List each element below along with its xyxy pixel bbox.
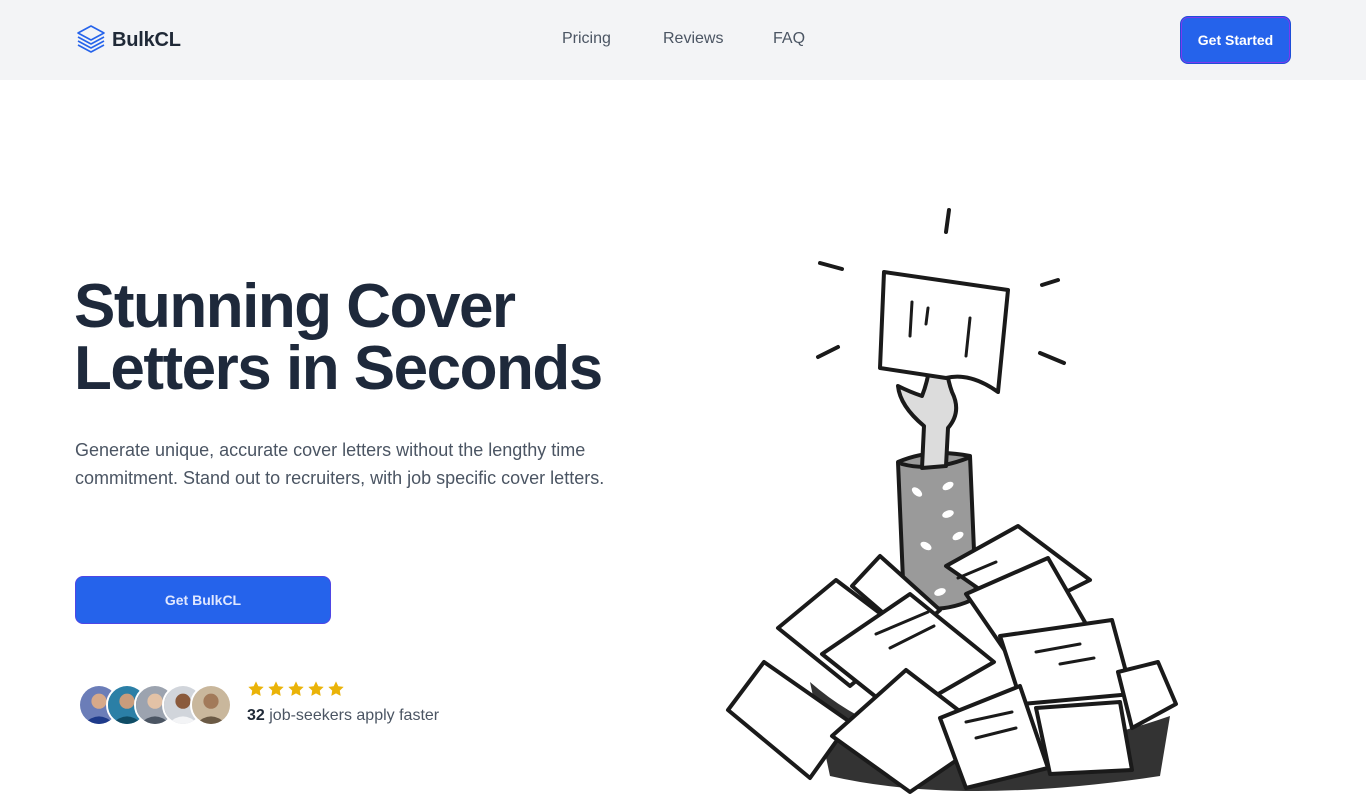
- get-bulkcl-button[interactable]: Get BulkCL: [75, 576, 331, 624]
- star-icon: [328, 681, 344, 696]
- brand-name: BulkCL: [112, 28, 181, 51]
- get-started-button[interactable]: Get Started: [1180, 16, 1291, 64]
- rating-block: 32 job-seekers apply faster: [247, 680, 439, 725]
- star-icon: [288, 681, 304, 696]
- nav-link-reviews[interactable]: Reviews: [663, 30, 723, 48]
- star-icon: [308, 681, 324, 696]
- hero-subtitle: Generate unique, accurate cover letters …: [75, 440, 605, 488]
- star-icon: [268, 681, 284, 696]
- navbar: BulkCL Pricing Reviews FAQ Get Started: [0, 0, 1366, 80]
- hero-headline-line2: Letters in Seconds: [74, 334, 603, 403]
- job-seeker-count-suffix: job-seekers apply faster: [269, 707, 440, 724]
- nav-link-pricing[interactable]: Pricing: [562, 30, 611, 48]
- primary-nav: Pricing Reviews FAQ: [0, 0, 1366, 80]
- hero-headline-line1: Stunning Cover: [74, 272, 516, 341]
- job-seeker-count-line: 32 job-seekers apply faster: [247, 707, 439, 725]
- hand-holding-paper-from-paper-pile-icon: [726, 208, 1178, 794]
- nav-link-faq[interactable]: FAQ: [773, 30, 805, 48]
- star-icon: [248, 681, 264, 696]
- job-seeker-count: 32: [247, 707, 265, 724]
- layers-stack-icon: [77, 25, 105, 53]
- brand-logo-link[interactable]: BulkCL: [76, 24, 181, 56]
- user-avatar-5: [190, 684, 232, 726]
- star-rating: [247, 680, 439, 700]
- hero-headline: Stunning Cover Letters in Seconds: [74, 276, 674, 400]
